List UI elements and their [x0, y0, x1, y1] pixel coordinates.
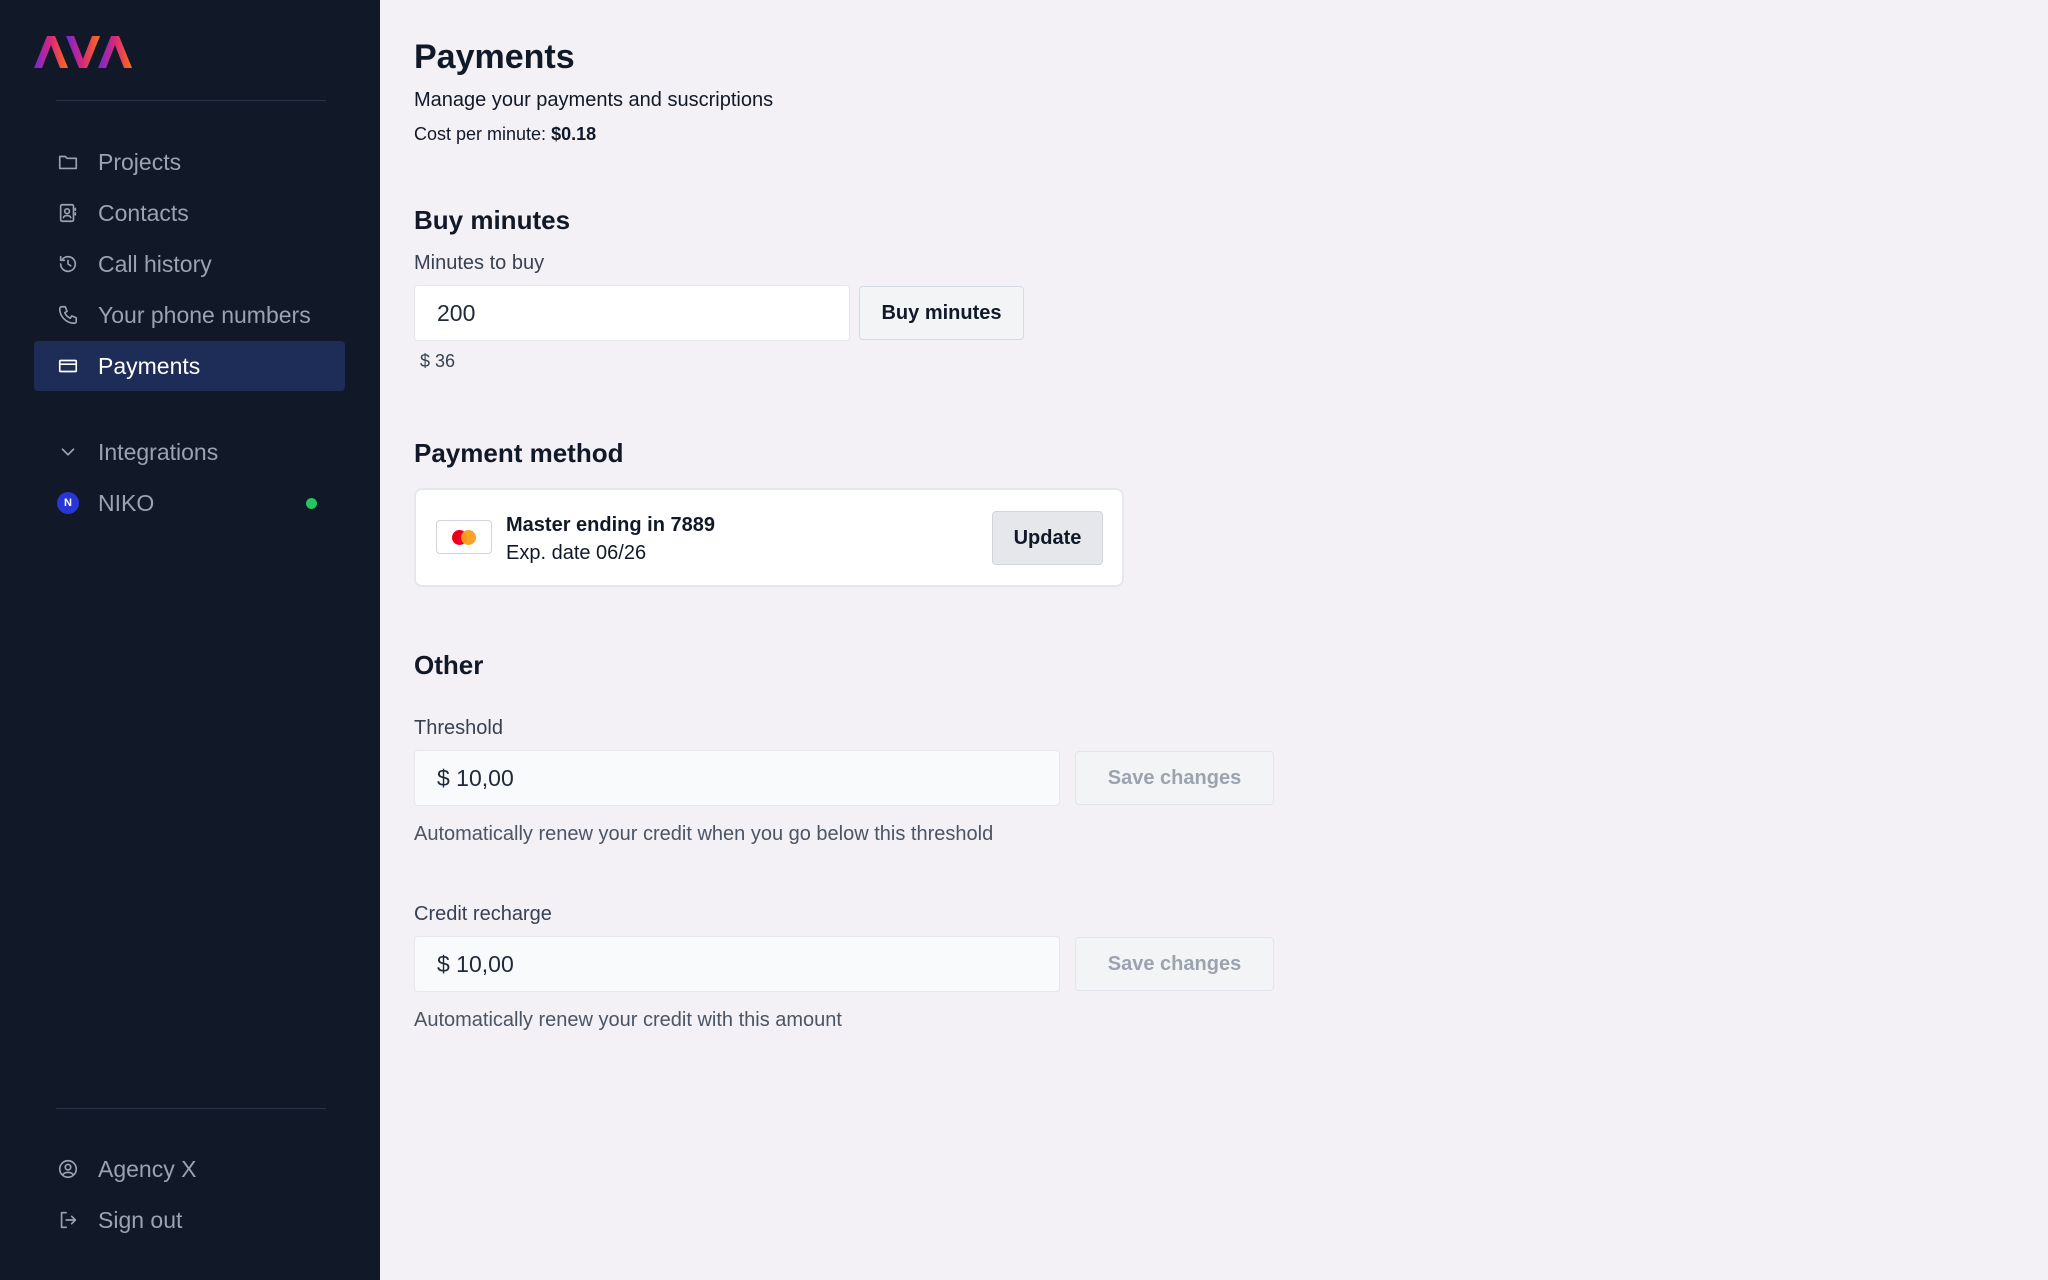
minutes-input[interactable]	[414, 285, 850, 341]
ava-logo[interactable]	[34, 34, 132, 70]
sidebar-item-payments[interactable]: Payments	[34, 341, 345, 391]
update-card-button[interactable]: Update	[992, 511, 1103, 565]
page-subtitle: Manage your payments and suscriptions	[414, 89, 774, 111]
sidebar: Projects Contacts Call history Your phon…	[0, 0, 380, 1280]
sidebar-item-agency[interactable]: Agency X	[34, 1144, 345, 1194]
recharge-input[interactable]	[414, 936, 1060, 992]
cost-label: Cost per minute:	[414, 124, 552, 144]
payment-method-title: Payment method	[414, 438, 624, 468]
phone-icon	[56, 303, 80, 327]
threshold-save-button[interactable]: Save changes	[1075, 751, 1274, 805]
cost-per-minute: Cost per minute: $0.18	[414, 124, 596, 145]
sidebar-item-label: Contacts	[98, 199, 189, 226]
cost-value: $0.18	[551, 124, 597, 144]
buy-minutes-button[interactable]: Buy minutes	[859, 286, 1024, 340]
sidebar-item-sign-out[interactable]: Sign out	[34, 1195, 345, 1245]
sidebar-divider	[56, 1108, 326, 1109]
chevron-down-icon	[56, 440, 80, 464]
sidebar-item-integrations[interactable]: Integrations	[34, 427, 345, 477]
minutes-to-buy-label: Minutes to buy	[414, 252, 545, 274]
user-circle-icon	[56, 1157, 80, 1181]
payment-card: Master ending in 7889 Exp. date 06/26 Up…	[414, 488, 1124, 587]
recharge-save-button[interactable]: Save changes	[1075, 937, 1274, 991]
sidebar-item-label: NIKO	[98, 489, 155, 516]
contacts-icon	[56, 201, 80, 225]
sidebar-item-contacts[interactable]: Contacts	[34, 188, 345, 238]
minutes-total: $ 36	[420, 351, 456, 371]
mastercard-icon	[436, 520, 492, 554]
sidebar-item-call-history[interactable]: Call history	[34, 239, 345, 289]
sidebar-item-label: Payments	[98, 352, 201, 379]
sidebar-item-projects[interactable]: Projects	[34, 137, 345, 187]
sidebar-item-label: Sign out	[98, 1206, 183, 1233]
sidebar-item-phone-numbers[interactable]: Your phone numbers	[34, 290, 345, 340]
sign-out-icon	[56, 1208, 80, 1232]
status-online-dot	[306, 498, 317, 509]
threshold-input[interactable]	[414, 750, 1060, 806]
page-title: Payments	[414, 38, 575, 76]
card-name: Master ending in 7889	[506, 514, 715, 536]
threshold-label: Threshold	[414, 717, 503, 739]
threshold-helper: Automatically renew your credit when you…	[414, 823, 994, 845]
sidebar-item-niko[interactable]: N NIKO	[34, 478, 345, 528]
card-icon	[56, 354, 80, 378]
history-icon	[56, 252, 80, 276]
sidebar-item-label: Agency X	[98, 1155, 197, 1182]
folder-icon	[56, 150, 80, 174]
sidebar-item-label: Integrations	[98, 438, 219, 465]
sidebar-item-label: Call history	[98, 250, 212, 277]
sidebar-divider	[56, 100, 326, 101]
sidebar-item-label: Your phone numbers	[98, 301, 311, 328]
buy-minutes-title: Buy minutes	[414, 205, 571, 235]
recharge-label: Credit recharge	[414, 903, 552, 925]
niko-avatar: N	[57, 492, 79, 514]
recharge-helper: Automatically renew your credit with thi…	[414, 1009, 842, 1031]
other-title: Other	[414, 650, 484, 680]
card-exp-date: Exp. date 06/26	[506, 542, 647, 564]
sidebar-item-label: Projects	[98, 148, 182, 175]
